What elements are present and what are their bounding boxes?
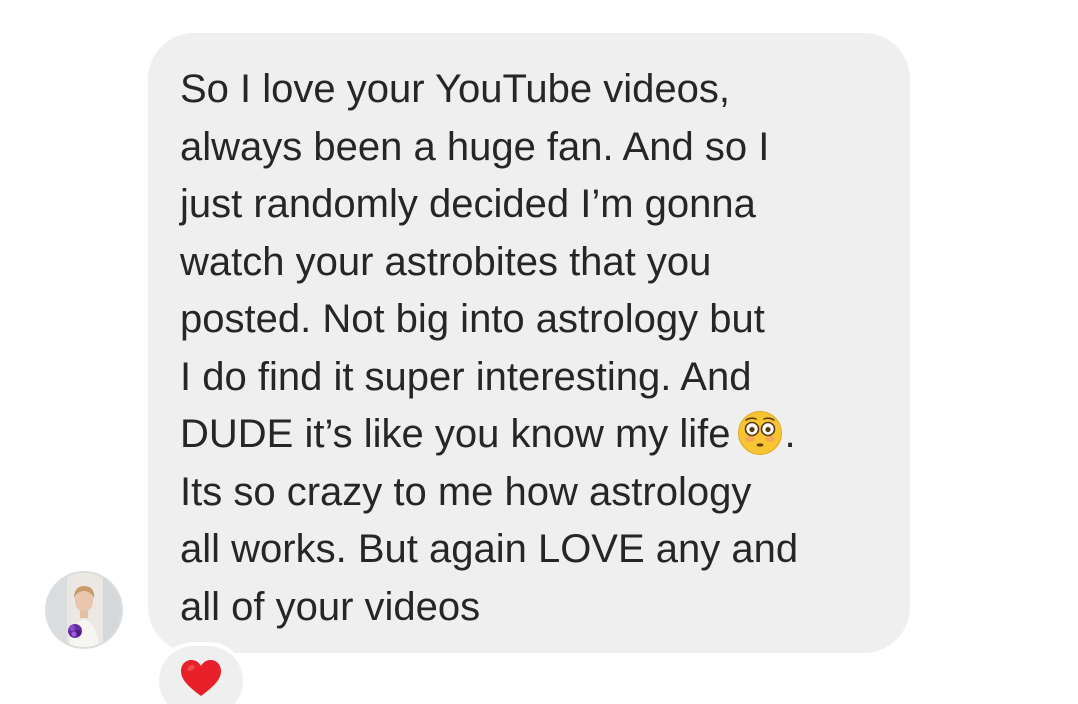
chat-thread: So I love your YouTube videos, always be… <box>0 0 1078 704</box>
message-line: watch your astrobites that you <box>180 239 712 284</box>
flushed-face-emoji <box>737 410 783 456</box>
message-line: Its so crazy to me how astrology <box>180 469 752 514</box>
message-text: So I love your YouTube videos, always be… <box>180 61 880 636</box>
message-line: always been a huge fan. And so I <box>180 124 770 169</box>
message-line: . <box>784 412 796 456</box>
message-line: DUDE it’s like you know my life <box>180 412 731 456</box>
sender-avatar[interactable] <box>47 573 121 647</box>
message-line: posted. Not big into astrology but <box>180 297 765 341</box>
message-bubble[interactable]: So I love your YouTube videos, always be… <box>148 33 910 653</box>
message-line: all works. But again LOVE any and <box>180 527 799 571</box>
red-heart-emoji <box>181 660 221 696</box>
message-line: I do find it super interesting. And <box>180 354 752 399</box>
message-line: just randomly decided I’m gonna <box>180 182 756 226</box>
reaction-badge[interactable] <box>159 646 243 704</box>
message-line: So I love your YouTube videos, <box>180 67 730 111</box>
message-line: all of your videos <box>180 584 481 629</box>
